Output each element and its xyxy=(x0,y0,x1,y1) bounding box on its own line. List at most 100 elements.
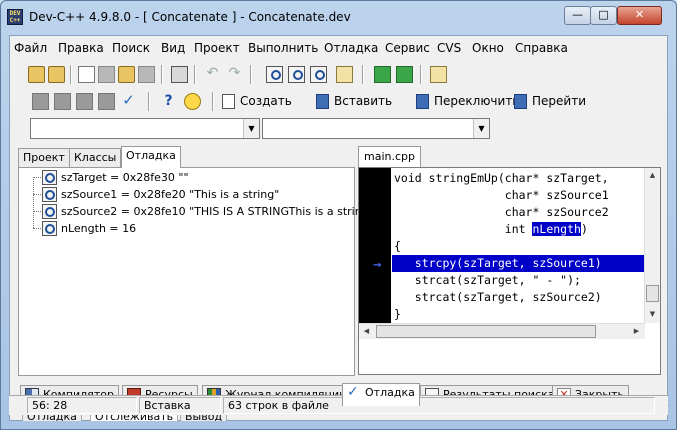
find-icon[interactable] xyxy=(266,66,283,83)
status-bar: 56: 28 Вставка 63 строк в файле xyxy=(9,395,668,415)
menu-window[interactable]: Окно xyxy=(472,41,504,55)
insert-mode: Вставка xyxy=(139,397,221,414)
title-bar[interactable]: DEV C++ Dev-C++ 4.9.8.0 - [ Concatenate … xyxy=(1,1,676,35)
class-combo[interactable]: ▼ xyxy=(30,118,260,139)
print-icon[interactable] xyxy=(171,66,188,83)
client-area: Файл Правка Поиск Вид Проект Выполнить О… xyxy=(9,35,669,421)
debug-check-icon: ✓ xyxy=(347,384,359,400)
tab-label: Отладка xyxy=(365,386,415,399)
open-project-icon[interactable] xyxy=(28,66,45,83)
toolbar-separator xyxy=(250,65,252,84)
current-line: strcpy(szTarget, szSource1) xyxy=(392,255,644,272)
tab-debug[interactable]: Отладка xyxy=(121,146,181,168)
menu-tools[interactable]: Сервис xyxy=(385,41,430,55)
code-line: void stringEmUp(char* szTarget, xyxy=(394,171,609,185)
close-window-button[interactable]: ✕ xyxy=(617,6,662,25)
toggle-label: Переключить xyxy=(434,94,520,108)
insert-label: Вставить xyxy=(334,94,393,108)
menu-view[interactable]: Вид xyxy=(161,41,185,55)
debug-check-icon[interactable]: ✓ xyxy=(120,93,137,110)
code-editor[interactable]: → void stringEmUp(char* szTarget, char* … xyxy=(358,167,661,375)
menu-debug[interactable]: Отладка xyxy=(324,41,378,55)
toolbar-separator xyxy=(362,65,364,84)
remove-from-project-icon[interactable] xyxy=(396,66,413,83)
debug-toolbar: ✓ ? Создать Вставить Переключить Перейти xyxy=(14,89,604,114)
goto-icon xyxy=(514,94,527,109)
watch-icon xyxy=(42,221,57,236)
menu-search[interactable]: Поиск xyxy=(112,41,150,55)
toolbar-separator xyxy=(161,65,163,84)
project-options-icon[interactable] xyxy=(430,66,447,83)
app-window: DEV C++ Dev-C++ 4.9.8.0 - [ Concatenate … xyxy=(0,0,677,430)
watch-label: nLength = 16 xyxy=(61,222,137,235)
toggle-icon xyxy=(416,94,429,109)
tab-project[interactable]: Проект xyxy=(18,148,70,167)
goto-button[interactable]: Перейти xyxy=(512,93,586,111)
minimize-button[interactable]: — xyxy=(564,6,591,25)
window-title: Dev-C++ 4.9.8.0 - [ Concatenate ] - Conc… xyxy=(29,10,351,24)
toolbar-separator xyxy=(194,65,196,84)
goto-label: Перейти xyxy=(532,94,586,108)
devcpp-logo-icon[interactable]: DEV C++ xyxy=(7,9,23,25)
add-to-project-icon[interactable] xyxy=(374,66,391,83)
class-toolbar: ▼ ▼ xyxy=(14,116,665,141)
menu-bar: Файл Правка Поиск Вид Проект Выполнить О… xyxy=(10,36,667,61)
new-page-icon xyxy=(222,94,235,109)
code-line: char* szSource1 xyxy=(394,188,609,202)
horizontal-scrollbar[interactable]: ◀ ▶ xyxy=(359,323,645,339)
compile-run-icon[interactable] xyxy=(76,93,93,110)
chevron-down-icon[interactable]: ▼ xyxy=(243,119,259,138)
tab-main-cpp[interactable]: main.cpp xyxy=(358,146,421,168)
new-file-icon[interactable] xyxy=(78,66,95,83)
code-line: } xyxy=(394,307,401,321)
menu-run[interactable]: Выполнить xyxy=(248,41,318,55)
tab-classes[interactable]: Классы xyxy=(69,148,122,167)
editor-gutter[interactable]: → xyxy=(359,168,391,323)
toolbar-separator xyxy=(212,92,214,111)
watch-label: szTarget = 0x28fe30 "" xyxy=(61,171,189,184)
insert-icon xyxy=(316,94,329,109)
open-file-icon[interactable] xyxy=(48,66,65,83)
find-next-icon[interactable] xyxy=(288,66,305,83)
scroll-left-icon[interactable]: ◀ xyxy=(359,324,374,339)
menu-cvs[interactable]: CVS xyxy=(437,41,461,55)
watch-panel: szTarget = 0x28fe30 "" szSource1 = 0x28f… xyxy=(18,167,374,376)
menu-edit[interactable]: Правка xyxy=(58,41,104,55)
save-all-icon[interactable] xyxy=(118,66,135,83)
member-combo[interactable]: ▼ xyxy=(262,118,490,139)
chevron-down-icon[interactable]: ▼ xyxy=(473,119,489,138)
menu-help[interactable]: Справка xyxy=(515,41,568,55)
code-line: strcat(szTarget, szSource2) xyxy=(394,290,602,304)
undo-icon[interactable]: ↶ xyxy=(204,66,221,83)
menu-file[interactable]: Файл xyxy=(14,41,47,55)
save-icon[interactable] xyxy=(98,66,115,83)
scroll-thumb[interactable] xyxy=(646,285,659,302)
watch-icon xyxy=(42,170,57,185)
replace-icon[interactable] xyxy=(310,66,327,83)
scroll-thumb[interactable] xyxy=(376,325,596,338)
compile-icon[interactable] xyxy=(32,93,49,110)
scroll-right-icon[interactable]: ▶ xyxy=(629,324,644,339)
rebuild-icon[interactable] xyxy=(98,93,115,110)
vertical-scrollbar[interactable]: ▲ ▼ xyxy=(644,168,660,323)
menu-project[interactable]: Проект xyxy=(194,41,240,55)
code-text: ) xyxy=(580,222,588,236)
tab-debug-output[interactable]: ✓ Отладка xyxy=(342,383,420,406)
scroll-up-icon[interactable]: ▲ xyxy=(645,168,660,183)
close-file-icon[interactable] xyxy=(138,66,155,83)
help-icon[interactable]: ? xyxy=(160,93,177,110)
insert-button[interactable]: Вставить xyxy=(314,93,392,111)
run-icon[interactable] xyxy=(54,93,71,110)
watch-label: szSource2 = 0x28fe10 "THIS IS A STRINGTh… xyxy=(61,205,374,218)
scroll-down-icon[interactable]: ▼ xyxy=(645,307,660,322)
toggle-button[interactable]: Переключить xyxy=(414,93,519,111)
watch-label: szSource1 = 0x28fe20 "This is a string" xyxy=(61,188,280,201)
toolbar-separator xyxy=(420,65,422,84)
add-watch-label: Создать xyxy=(240,94,292,108)
toolbar-separator xyxy=(148,92,150,111)
about-icon[interactable] xyxy=(184,93,201,110)
add-watch-button[interactable]: Создать xyxy=(220,93,292,111)
redo-icon[interactable]: ↷ xyxy=(226,66,243,83)
goto-line-icon[interactable] xyxy=(336,66,353,83)
maximize-button[interactable]: □ xyxy=(590,6,617,25)
